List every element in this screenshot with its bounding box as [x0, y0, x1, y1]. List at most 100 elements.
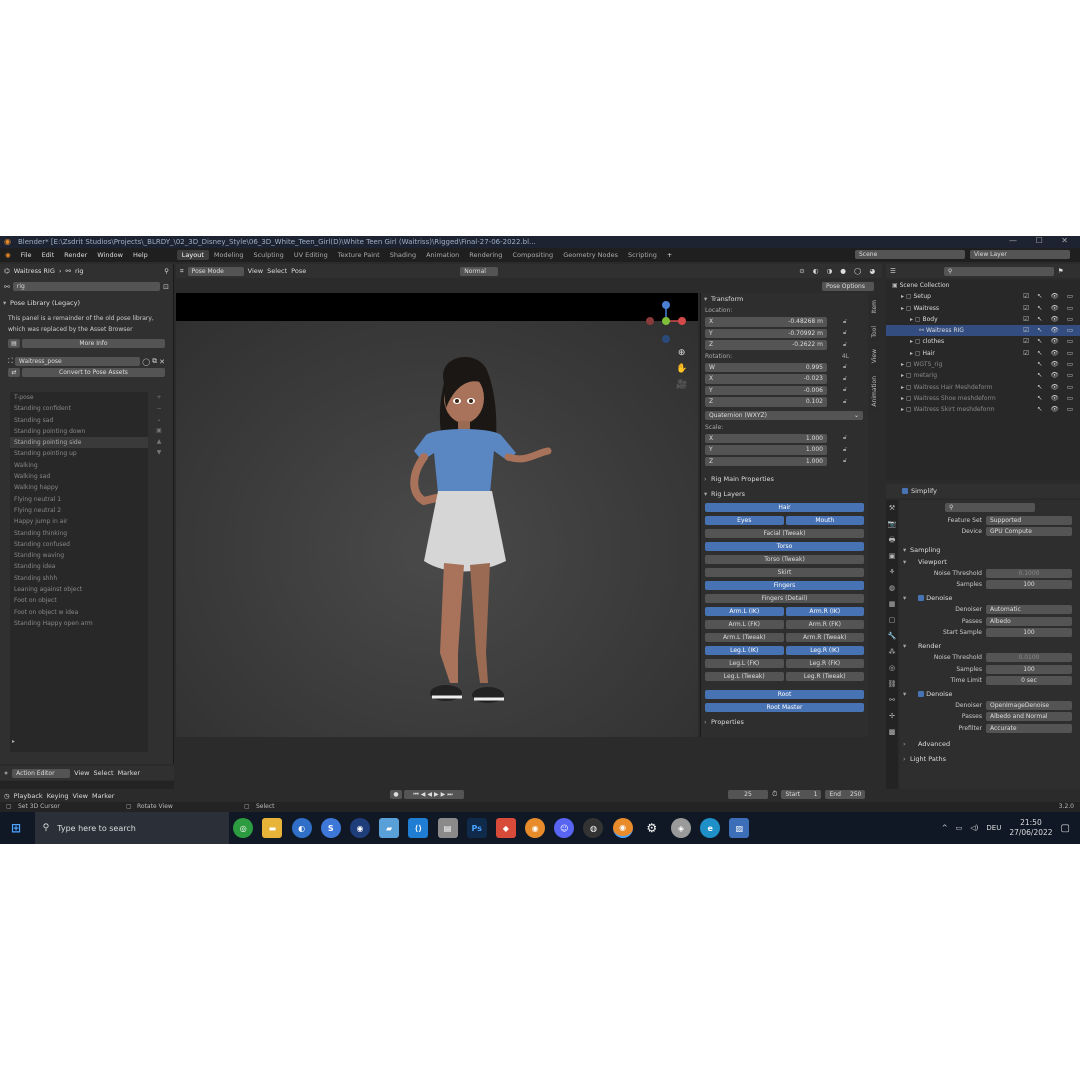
rig-layer-button[interactable]: Arm.L (Tweak) — [705, 632, 784, 642]
pose-options[interactable]: Pose Options — [822, 281, 874, 291]
notification-icon[interactable]: ▢ — [1061, 823, 1070, 834]
transform-field[interactable]: X -0.48268 m — [705, 317, 827, 327]
tab-scripting[interactable]: Scripting — [623, 251, 662, 259]
outliner-item[interactable]: ▸ ▢ Waitress Shoe meshdeform ↖ 👁︎ ▭ — [886, 393, 1080, 404]
sampling-header[interactable]: Sampling — [900, 544, 1080, 556]
figma-icon[interactable]: ◆ — [495, 818, 516, 838]
tab-view[interactable]: View — [870, 345, 879, 368]
scene-selector[interactable]: Scene — [855, 250, 965, 259]
file-explorer-icon[interactable]: ▬ — [262, 818, 283, 838]
menu-file[interactable]: File — [16, 251, 37, 259]
rotation-mode-dropdown[interactable]: Quaternion (WXYZ) ⌄ — [705, 410, 863, 420]
texture-icon[interactable]: ▩ — [886, 724, 898, 740]
more-info-button[interactable]: More Info — [22, 339, 165, 348]
r-prefilter-dropdown[interactable]: Accurate — [986, 723, 1072, 733]
orientation-dropdown[interactable]: Normal — [460, 266, 499, 276]
obs-icon[interactable]: ◍ — [583, 818, 604, 838]
list-item[interactable]: Standing Happy open arm — [10, 618, 148, 629]
rig-layer-button[interactable]: Eyes — [705, 515, 784, 525]
record-icon[interactable]: ● — [390, 790, 402, 799]
scene-field[interactable]: Scene — [855, 250, 965, 259]
visibility-icons[interactable]: ↖ 👁︎ ▭ — [1037, 359, 1076, 370]
taskbar-search[interactable]: ⚲ Type here to search — [34, 812, 229, 844]
transform-field[interactable]: W 0.995 — [705, 362, 827, 372]
simplify-checkbox[interactable] — [902, 488, 908, 494]
timeline-menu-marker[interactable]: Marker — [92, 792, 114, 800]
lock-icon[interactable]: 🔓︎ — [843, 434, 847, 442]
rig-layer-button[interactable]: Torso — [705, 541, 864, 551]
view-layer-selector[interactable]: View Layer — [970, 250, 1070, 259]
character-model[interactable] — [366, 353, 576, 723]
app-icon-3[interactable]: ◉ — [349, 818, 370, 838]
list-item[interactable]: Walking sad — [10, 471, 148, 482]
lock-icon[interactable]: 🔓︎ — [843, 375, 847, 383]
list-item[interactable]: Standing pointing side — [10, 437, 148, 449]
visibility-icons[interactable]: ↖ 👁︎ ▭ — [1037, 404, 1076, 415]
rig-layer-button[interactable]: Fingers — [705, 580, 864, 590]
r-denoise-header[interactable]: Denoise — [900, 688, 1080, 700]
vscode-icon[interactable]: ⟨⟩ — [408, 818, 429, 838]
view-layer-icon[interactable]: ▣ — [886, 548, 898, 564]
chrome-icon[interactable]: ◎ — [233, 818, 254, 838]
r-denoiser-dropdown[interactable]: OpenImageDenoise — [986, 701, 1072, 711]
pan-hand-icon[interactable]: ✋ — [676, 361, 687, 377]
list-item[interactable]: Standing idea — [10, 561, 148, 572]
outliner-editor-icon[interactable]: ☰ — [890, 267, 896, 275]
list-item[interactable]: Standing pointing down — [10, 426, 148, 437]
tool-icon[interactable]: ⚒ — [886, 500, 898, 516]
list-item[interactable]: T-pose — [10, 392, 148, 403]
r-noise-field[interactable]: 0.0100 — [986, 653, 1072, 663]
r-time-field[interactable]: 0 sec — [986, 675, 1072, 685]
expand-icon[interactable]: ▸ — [12, 738, 15, 745]
duplicate-icon[interactable]: ⧉ — [152, 357, 157, 366]
vp-denoiser-dropdown[interactable]: Automatic — [986, 605, 1072, 615]
timeline-menu-view[interactable]: View — [73, 792, 88, 800]
properties-search-input[interactable]: ⚲ — [945, 503, 1035, 512]
tab-geometry-nodes[interactable]: Geometry Nodes — [558, 251, 623, 259]
list-item[interactable]: Foot on object w idea — [10, 607, 148, 618]
bone-constraint-icon[interactable]: ✢ — [886, 708, 898, 724]
action-menu-select[interactable]: Select — [94, 769, 114, 777]
search-input[interactable]: rig — [12, 282, 161, 291]
app-icon-1[interactable]: ◐ — [291, 818, 312, 838]
light-paths-header[interactable]: Light Paths — [900, 753, 1080, 765]
lock-icon[interactable]: 🔓︎ — [843, 386, 847, 394]
pose-lib-field[interactable]: Waitress_pose — [14, 357, 141, 366]
add-workspace-icon[interactable]: + — [662, 251, 677, 259]
properties-header[interactable]: Properties — [701, 716, 868, 728]
app-icon-5[interactable]: ◈ — [671, 818, 691, 838]
navigation-gizmo[interactable] — [638, 297, 694, 347]
outliner-item[interactable]: ▸ ▢ metarig ↖ 👁︎ ▭ — [886, 370, 1080, 381]
modifier-icon[interactable]: 🔧 — [886, 628, 898, 644]
outliner-item[interactable]: ▸ ▢ WGTS_rig ↖ 👁︎ ▭ — [886, 359, 1080, 370]
pose-list-controls[interactable]: + − ⌄ ▣ ▲ ▼ — [152, 392, 166, 458]
r-denoise-checkbox[interactable] — [918, 690, 924, 697]
tray-chevron-icon[interactable]: ^ — [942, 824, 948, 832]
blender-taskbar-icon[interactable]: ◉ — [525, 818, 546, 838]
fake-user-shield-icon[interactable]: ◯ — [142, 358, 150, 366]
rig-layer-button[interactable]: Leg.L (FK) — [705, 658, 784, 668]
printer-icon[interactable]: ▤ — [437, 818, 458, 838]
close-icon[interactable]: ✕ — [159, 358, 165, 366]
transport-buttons[interactable]: ⏮◀◀▶▶⏭ — [404, 790, 464, 799]
view-layer-field[interactable]: View Layer — [970, 250, 1070, 259]
tab-compositing[interactable]: Compositing — [507, 251, 558, 259]
action-menu-view[interactable]: View — [74, 769, 89, 777]
blender-menu-icon[interactable]: ◉ — [0, 251, 16, 259]
mode-selector[interactable]: Pose Mode — [187, 266, 244, 276]
current-frame[interactable]: 25 — [728, 790, 768, 799]
output-icon[interactable]: 🖶 — [886, 532, 898, 548]
list-item[interactable]: Happy jump in air — [10, 516, 148, 527]
language-indicator[interactable]: DEU — [986, 824, 1001, 832]
photos-icon[interactable]: ▨ — [729, 818, 750, 838]
constraint-icon[interactable]: ⛓ — [886, 676, 898, 692]
tab-sculpting[interactable]: Sculpting — [248, 251, 288, 259]
start-frame[interactable]: Start 1 — [781, 790, 822, 799]
data-icon[interactable]: ⚯ — [886, 692, 898, 708]
rig-layer-button[interactable]: Facial (Tweak) — [705, 528, 864, 538]
viewport[interactable]: ⊕ ✋ 🎥 — [176, 293, 698, 737]
render-sampling-header[interactable]: Render — [900, 640, 1080, 652]
visibility-icons[interactable]: ↖ 👁︎ ▭ — [1037, 393, 1076, 404]
lock-icon[interactable]: 🔓︎ — [843, 446, 847, 454]
menu-edit[interactable]: Edit — [37, 251, 60, 259]
